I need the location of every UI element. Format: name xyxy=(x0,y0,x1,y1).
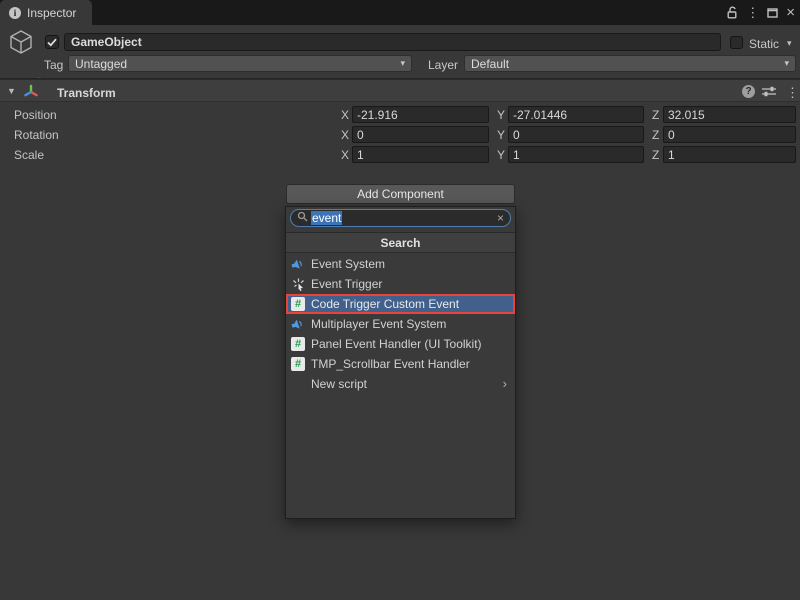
component-list-item[interactable]: TMP_Scrollbar Event Handler xyxy=(286,354,515,374)
component-list-item-new-script[interactable]: New script › xyxy=(286,374,515,394)
add-component-popup: event × Search Event System xyxy=(285,206,516,519)
event-system-icon xyxy=(291,317,305,331)
axis-x-label[interactable]: X xyxy=(341,108,349,122)
transform-header[interactable] xyxy=(0,79,800,102)
event-trigger-icon xyxy=(291,277,305,291)
layer-value: Default xyxy=(471,57,509,71)
checkmark-icon xyxy=(47,38,57,47)
component-item-label: Event System xyxy=(311,257,385,271)
close-icon[interactable]: × xyxy=(786,5,795,20)
tag-value: Untagged xyxy=(75,57,127,71)
axis-z-label[interactable]: Z xyxy=(652,108,659,122)
component-item-label: Event Trigger xyxy=(311,277,382,291)
active-checkbox[interactable] xyxy=(45,35,59,49)
transform-icon xyxy=(23,84,39,103)
static-label: Static xyxy=(749,37,779,51)
position-y-field[interactable] xyxy=(508,106,644,123)
rotation-z-field[interactable] xyxy=(663,126,796,143)
tab-title: Inspector xyxy=(27,6,76,20)
axis-z-label[interactable]: Z xyxy=(652,148,659,162)
add-component-button[interactable]: Add Component xyxy=(286,184,515,204)
axis-x-label[interactable]: X xyxy=(341,148,349,162)
axis-y-label[interactable]: Y xyxy=(497,148,505,162)
transform-scale-row: Scale X Y Z xyxy=(0,145,800,165)
search-section-header: Search xyxy=(286,232,515,253)
kebab-menu-icon[interactable]: ⋮ xyxy=(786,85,799,101)
component-list-item[interactable]: Multiplayer Event System xyxy=(286,314,515,334)
gameobject-name-input[interactable] xyxy=(64,33,721,51)
axis-x-label[interactable]: X xyxy=(341,128,349,142)
position-label: Position xyxy=(14,108,57,122)
component-item-label: Code Trigger Custom Event xyxy=(311,297,459,311)
static-dropdown-arrow[interactable]: ▾ xyxy=(787,38,792,49)
scale-label: Scale xyxy=(14,148,44,162)
foldout-arrow-icon[interactable]: ▼ xyxy=(7,86,16,96)
component-item-label: TMP_Scrollbar Event Handler xyxy=(311,357,470,371)
component-item-label: Panel Event Handler (UI Toolkit) xyxy=(311,337,482,351)
clear-search-icon[interactable]: × xyxy=(497,211,504,225)
kebab-menu-icon[interactable]: ⋮ xyxy=(746,6,759,19)
component-list-item-selected[interactable]: Code Trigger Custom Event xyxy=(286,294,515,314)
csharp-script-icon xyxy=(291,357,305,371)
layer-label: Layer xyxy=(428,58,458,72)
unlock-icon[interactable] xyxy=(727,6,738,19)
axis-y-label[interactable]: Y xyxy=(497,108,505,122)
tag-dropdown[interactable]: Untagged ▾ xyxy=(68,55,412,72)
transform-title: Transform xyxy=(57,86,116,100)
rotation-y-field[interactable] xyxy=(508,126,644,143)
component-item-label: New script xyxy=(311,377,367,391)
rotation-label: Rotation xyxy=(14,128,59,142)
maximize-icon[interactable] xyxy=(767,8,778,18)
position-x-field[interactable] xyxy=(352,106,489,123)
search-query-selected-text: event xyxy=(311,211,342,225)
component-list-item[interactable]: Panel Event Handler (UI Toolkit) xyxy=(286,334,515,354)
scale-y-field[interactable] xyxy=(508,146,644,163)
component-list: Event System Event Trigger Code Trigger … xyxy=(286,254,515,394)
csharp-script-icon xyxy=(291,337,305,351)
axis-z-label[interactable]: Z xyxy=(652,128,659,142)
tag-label: Tag xyxy=(44,58,63,72)
help-icon[interactable]: ? xyxy=(742,85,755,98)
static-checkbox[interactable] xyxy=(730,36,743,49)
component-list-item[interactable]: Event System xyxy=(286,254,515,274)
component-list-item[interactable]: Event Trigger xyxy=(286,274,515,294)
axis-y-label[interactable]: Y xyxy=(497,128,505,142)
info-icon: i xyxy=(9,7,21,19)
transform-rotation-row: Rotation X Y Z xyxy=(0,125,800,145)
chevron-right-icon: › xyxy=(503,376,507,391)
search-icon xyxy=(297,211,308,225)
titlebar: i Inspector ⋮ × xyxy=(0,0,800,25)
chevron-down-icon: ▾ xyxy=(400,58,405,69)
csharp-script-icon xyxy=(291,297,305,311)
presets-icon[interactable] xyxy=(762,85,776,101)
layer-dropdown[interactable]: Default ▾ xyxy=(464,55,796,72)
rotation-x-field[interactable] xyxy=(352,126,489,143)
scale-x-field[interactable] xyxy=(352,146,489,163)
gameobject-cube-icon[interactable]: ▾ xyxy=(7,29,39,57)
scale-z-field[interactable] xyxy=(663,146,796,163)
chevron-down-icon: ▾ xyxy=(784,58,789,69)
component-item-label: Multiplayer Event System xyxy=(311,317,446,331)
tab-inspector[interactable]: i Inspector xyxy=(0,0,92,25)
transform-position-row: Position X Y Z xyxy=(0,105,800,125)
event-system-icon xyxy=(291,257,305,271)
component-search-input[interactable]: event × xyxy=(290,209,511,227)
position-z-field[interactable] xyxy=(663,106,796,123)
